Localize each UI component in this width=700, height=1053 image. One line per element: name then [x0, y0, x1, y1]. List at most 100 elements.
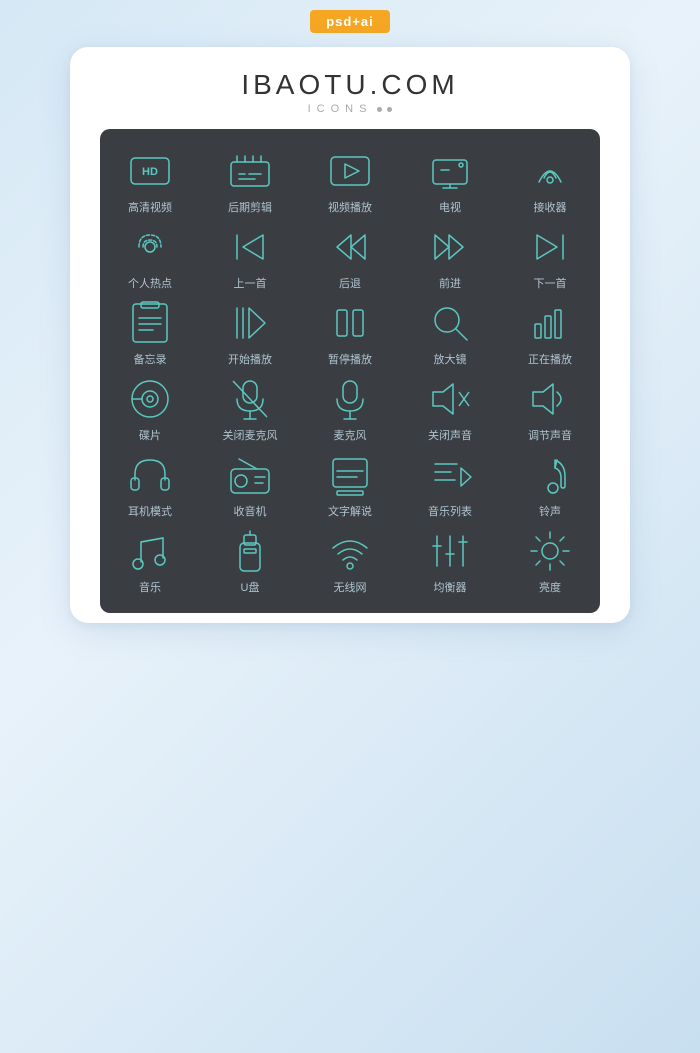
magnifier-cell: 放大镜 — [405, 301, 495, 367]
svg-text:HD: HD — [142, 166, 158, 178]
playlist-icon — [428, 453, 472, 497]
pause-label: 暂停播放 — [328, 351, 372, 367]
brightness-icon — [528, 529, 572, 573]
rewind-cell: 后退 — [305, 225, 395, 291]
site-subtitle: ICONS — [308, 103, 393, 115]
post-edit-cell: 后期剪辑 — [205, 149, 295, 215]
mic-off-icon — [228, 377, 272, 421]
site-title: IBAOTU.COM — [241, 69, 458, 101]
hotspot-cell: 个人热点 — [105, 225, 195, 291]
icon-row-1: HD 高清视频 后期剪辑 — [100, 149, 600, 215]
wifi-cell: 无线网 — [305, 529, 395, 595]
receiver-icon — [528, 149, 572, 193]
memo-icon — [128, 301, 172, 345]
ringtone-cell: 铃声 — [505, 453, 595, 519]
format-badge: psd+ai — [310, 10, 390, 33]
equalizer-label: 均衡器 — [434, 579, 467, 595]
equalizer-cell: 均衡器 — [405, 529, 495, 595]
music-label: 音乐 — [139, 579, 161, 595]
radio-label: 收音机 — [234, 503, 267, 519]
rewind-icon — [328, 225, 372, 269]
hd-video-label: 高清视频 — [128, 199, 172, 215]
wifi-label: 无线网 — [334, 579, 367, 595]
main-card: IBAOTU.COM ICONS HD 高清视频 — [70, 47, 630, 623]
receiver-label: 接收器 — [534, 199, 567, 215]
subtitle-label: 文字解说 — [328, 503, 372, 519]
next-icon — [528, 225, 572, 269]
tv-label: 电视 — [439, 199, 461, 215]
tv-cell: 电视 — [405, 149, 495, 215]
video-play-cell: 视频播放 — [305, 149, 395, 215]
prev-cell: 上一首 — [205, 225, 295, 291]
sound-off-label: 关闭声音 — [428, 427, 472, 443]
next-cell: 下一首 — [505, 225, 595, 291]
icon-row-2: 个人热点 上一首 后退 — [100, 225, 600, 291]
mic-cell: 麦克风 — [305, 377, 395, 443]
mic-icon — [328, 377, 372, 421]
post-edit-label: 后期剪辑 — [228, 199, 272, 215]
mic-label: 麦克风 — [334, 427, 367, 443]
memo-cell: 备忘录 — [105, 301, 195, 367]
next-label: 下一首 — [534, 275, 567, 291]
post-edit-icon — [228, 149, 272, 193]
icon-row-5: 耳机模式 收音机 — [100, 453, 600, 519]
pause-icon — [328, 301, 372, 345]
sound-off-cell: 关闭声音 — [405, 377, 495, 443]
playing-icon — [528, 301, 572, 345]
mic-off-cell: 关闭麦克风 — [205, 377, 295, 443]
prev-label: 上一首 — [234, 275, 267, 291]
headphone-label: 耳机模式 — [128, 503, 172, 519]
usb-icon — [228, 529, 272, 573]
receiver-cell: 接收器 — [505, 149, 595, 215]
brightness-label: 亮度 — [539, 579, 561, 595]
hotspot-icon — [128, 225, 172, 269]
playing-cell: 正在播放 — [505, 301, 595, 367]
music-icon — [128, 529, 172, 573]
sound-adjust-cell: 调节声音 — [505, 377, 595, 443]
tv-icon — [428, 149, 472, 193]
video-play-icon — [328, 149, 372, 193]
playlist-cell: 音乐列表 — [405, 453, 495, 519]
usb-label: U盘 — [241, 579, 260, 595]
playlist-label: 音乐列表 — [428, 503, 472, 519]
icon-row-3: 备忘录 开始播放 暂停 — [100, 301, 600, 367]
hd-video-cell: HD 高清视频 — [105, 149, 195, 215]
radio-icon — [228, 453, 272, 497]
forward-icon — [428, 225, 472, 269]
play-cell: 开始播放 — [205, 301, 295, 367]
icon-grid: HD 高清视频 后期剪辑 — [100, 129, 600, 613]
brightness-cell: 亮度 — [505, 529, 595, 595]
play-label: 开始播放 — [228, 351, 272, 367]
video-play-label: 视频播放 — [328, 199, 372, 215]
disc-cell: 碟片 — [105, 377, 195, 443]
disc-icon — [128, 377, 172, 421]
equalizer-icon — [428, 529, 472, 573]
disc-label: 碟片 — [139, 427, 161, 443]
usb-cell: U盘 — [205, 529, 295, 595]
hd-video-icon: HD — [128, 149, 172, 193]
sound-off-icon — [428, 377, 472, 421]
play-icon — [228, 301, 272, 345]
wifi-icon — [328, 529, 372, 573]
headphone-icon — [128, 453, 172, 497]
sound-adjust-label: 调节声音 — [528, 427, 572, 443]
forward-cell: 前进 — [405, 225, 495, 291]
ringtone-label: 铃声 — [539, 503, 561, 519]
music-cell: 音乐 — [105, 529, 195, 595]
radio-cell: 收音机 — [205, 453, 295, 519]
headphone-cell: 耳机模式 — [105, 453, 195, 519]
mic-off-label: 关闭麦克风 — [223, 427, 278, 443]
playing-label: 正在播放 — [528, 351, 572, 367]
memo-label: 备忘录 — [134, 351, 167, 367]
sound-adjust-icon — [528, 377, 572, 421]
prev-icon — [228, 225, 272, 269]
subtitle-icon — [328, 453, 372, 497]
pause-cell: 暂停播放 — [305, 301, 395, 367]
magnifier-label: 放大镜 — [434, 351, 467, 367]
icon-row-6: 音乐 U盘 — [100, 529, 600, 595]
rewind-label: 后退 — [339, 275, 361, 291]
icon-row-4: 碟片 关闭麦克风 — [100, 377, 600, 443]
hotspot-label: 个人热点 — [128, 275, 172, 291]
subtitle-cell: 文字解说 — [305, 453, 395, 519]
ringtone-icon — [528, 453, 572, 497]
